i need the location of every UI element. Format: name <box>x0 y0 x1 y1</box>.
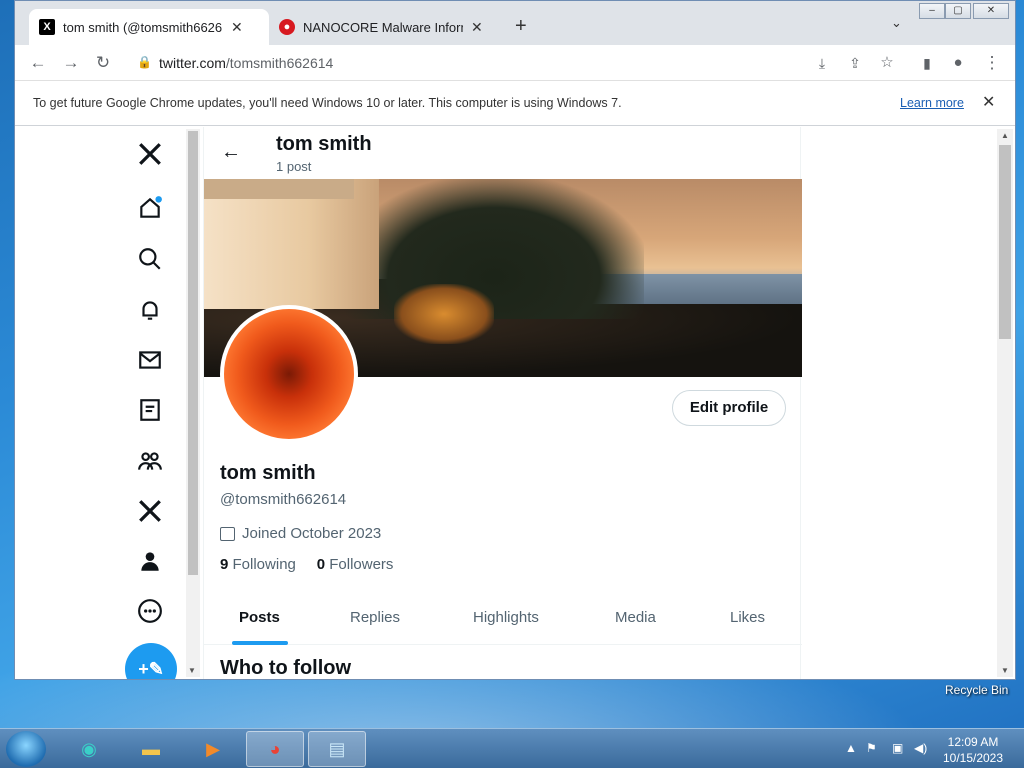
tab-title: NANOCORE Malware Information <box>303 19 463 35</box>
joined-date: Joined October 2023 <box>220 525 381 542</box>
edit-profile-button[interactable]: Edit profile <box>672 390 786 426</box>
communities-icon[interactable] <box>135 446 165 476</box>
following-link[interactable]: 9 Following <box>220 556 296 573</box>
bookmark-star-icon[interactable]: ☆ <box>876 52 898 74</box>
menu-icon[interactable]: ⋮ <box>981 52 1003 74</box>
update-infobar: To get future Google Chrome updates, you… <box>15 81 1015 126</box>
active-tab-indicator <box>232 641 288 645</box>
back-icon[interactable]: ← <box>27 52 49 74</box>
following-count: 9 <box>220 556 229 573</box>
tab-likes[interactable]: Likes <box>730 609 765 626</box>
tab-title: tom smith (@tomsmith662614) / <box>63 19 223 35</box>
tab-highlights[interactable]: Highlights <box>473 609 539 626</box>
premium-x-icon[interactable] <box>135 496 165 526</box>
file-explorer-taskbar-icon[interactable]: ▬ <box>122 731 180 767</box>
followers-label: Followers <box>329 556 394 573</box>
install-app-icon[interactable]: ⤓ <box>811 52 833 74</box>
chrome-window: X tom smith (@tomsmith662614) / ✕ ● NANO… <box>14 0 1016 680</box>
show-hidden-icons[interactable]: ▲ <box>845 741 857 755</box>
volume-icon[interactable]: ◀) <box>914 741 927 755</box>
media-player-taskbar-icon[interactable]: ▶ <box>184 731 242 767</box>
calendar-icon <box>220 526 235 541</box>
banner-lighthouse-top <box>204 179 354 199</box>
compose-post-button[interactable]: +✎ <box>125 643 177 679</box>
url-path: /tomsmith662614 <box>225 55 334 71</box>
trendmicro-favicon-icon: ● <box>279 19 295 35</box>
recycle-bin-label[interactable]: Recycle Bin <box>945 683 1008 697</box>
page-scrollbar[interactable]: ▲ ▼ <box>997 129 1013 677</box>
profile-tabs: Posts Replies Highlights Media Likes <box>204 597 802 645</box>
tab-close-icon[interactable]: ✕ <box>231 19 243 36</box>
url-text[interactable]: twitter.com/tomsmith662614 <box>159 55 333 71</box>
infobar-message: To get future Google Chrome updates, you… <box>33 96 622 110</box>
forward-icon[interactable]: → <box>60 52 82 74</box>
profile-person-icon[interactable] <box>135 546 165 576</box>
banner-trees <box>344 179 644 319</box>
taskbar-clock[interactable]: 12:09 AM 10/15/2023 <box>938 734 1008 766</box>
lists-icon[interactable] <box>135 395 165 425</box>
url-domain: twitter.com <box>159 55 226 71</box>
new-tab-button[interactable]: + <box>515 15 527 38</box>
profile-icon[interactable]: ● <box>947 52 969 74</box>
tab-replies[interactable]: Replies <box>350 609 400 626</box>
action-center-flag-icon[interactable]: ⚑ <box>866 741 877 755</box>
nav-scrollbar[interactable]: ▼ <box>186 129 200 677</box>
following-label: Following <box>232 556 296 573</box>
network-icon[interactable]: ▣ <box>892 741 903 755</box>
clock-time: 12:09 AM <box>947 735 999 749</box>
start-button[interactable] <box>6 731 46 767</box>
address-bar[interactable]: 🔒 twitter.com/tomsmith662614 <box>127 49 795 77</box>
profile-handle: @tomsmith662614 <box>220 491 347 508</box>
page-content: +✎ ▼ ← tom smith 1 post Edit profile tom… <box>15 127 1015 679</box>
x-favicon-icon: X <box>39 19 55 35</box>
tab-close-icon[interactable]: ✕ <box>471 19 483 36</box>
scroll-up-icon[interactable]: ▲ <box>1001 131 1009 140</box>
notepad-taskbar-icon[interactable]: ▤ <box>308 731 366 767</box>
followers-link[interactable]: 0 Followers <box>317 556 394 573</box>
learn-more-link[interactable]: Learn more <box>900 96 964 110</box>
profile-name: tom smith <box>220 462 316 484</box>
messages-envelope-icon[interactable] <box>135 345 165 375</box>
side-panel-icon[interactable]: ▮ <box>916 52 938 74</box>
home-icon[interactable] <box>135 193 165 223</box>
profile-column: ← tom smith 1 post Edit profile tom smit… <box>203 127 802 679</box>
scroll-down-icon[interactable]: ▼ <box>1001 666 1009 675</box>
tab-nanocore[interactable]: ● NANOCORE Malware Information ✕ <box>269 9 505 45</box>
tab-strip: X tom smith (@tomsmith662614) / ✕ ● NANO… <box>15 1 1015 45</box>
joined-text: Joined October 2023 <box>242 525 382 542</box>
tab-twitter-profile[interactable]: X tom smith (@tomsmith662614) / ✕ <box>29 9 269 45</box>
back-arrow-icon[interactable]: ← <box>221 141 241 164</box>
follow-stats: 9 Following 0 Followers <box>220 556 393 573</box>
tab-posts[interactable]: Posts <box>239 609 280 626</box>
tab-search-icon[interactable]: ⌄ <box>891 15 902 31</box>
followers-count: 0 <box>316 556 326 573</box>
windows-taskbar: ◉ ▬ ▶ ◕ ▤ ▲ ⚑ ▣ ◀) 12:09 AM 10/15/2023 <box>0 728 1024 768</box>
close-window-button[interactable]: ✕ <box>973 3 1009 19</box>
share-icon[interactable]: ⇪ <box>844 52 866 74</box>
header-post-count: 1 post <box>276 159 312 174</box>
maximize-button[interactable]: ▢ <box>945 3 971 19</box>
x-logo-icon[interactable] <box>135 139 165 169</box>
infobar-close-icon[interactable]: ✕ <box>982 92 995 112</box>
search-icon[interactable] <box>135 244 165 274</box>
avatar[interactable] <box>220 305 358 443</box>
scroll-down-icon[interactable]: ▼ <box>188 666 196 675</box>
notifications-bell-icon[interactable] <box>135 295 165 325</box>
edge-taskbar-icon[interactable]: ◉ <box>60 731 118 767</box>
reload-icon[interactable]: ↻ <box>92 52 114 74</box>
browser-toolbar: ← → ↻ 🔒 twitter.com/tomsmith662614 ⤓ ⇪ ☆… <box>15 45 1015 81</box>
lock-icon[interactable]: 🔒 <box>137 55 152 69</box>
header-name: tom smith <box>276 133 372 155</box>
clock-date: 10/15/2023 <box>942 751 1004 765</box>
minimize-button[interactable]: – <box>919 3 945 19</box>
more-options-icon[interactable] <box>135 596 165 626</box>
chrome-taskbar-icon[interactable]: ◕ <box>246 731 304 767</box>
page-scrollbar-thumb[interactable] <box>999 145 1011 339</box>
tab-media[interactable]: Media <box>615 609 656 626</box>
banner-lit-rock <box>394 284 494 344</box>
nav-scrollbar-thumb[interactable] <box>188 131 198 575</box>
who-to-follow-heading: Who to follow <box>220 657 352 679</box>
